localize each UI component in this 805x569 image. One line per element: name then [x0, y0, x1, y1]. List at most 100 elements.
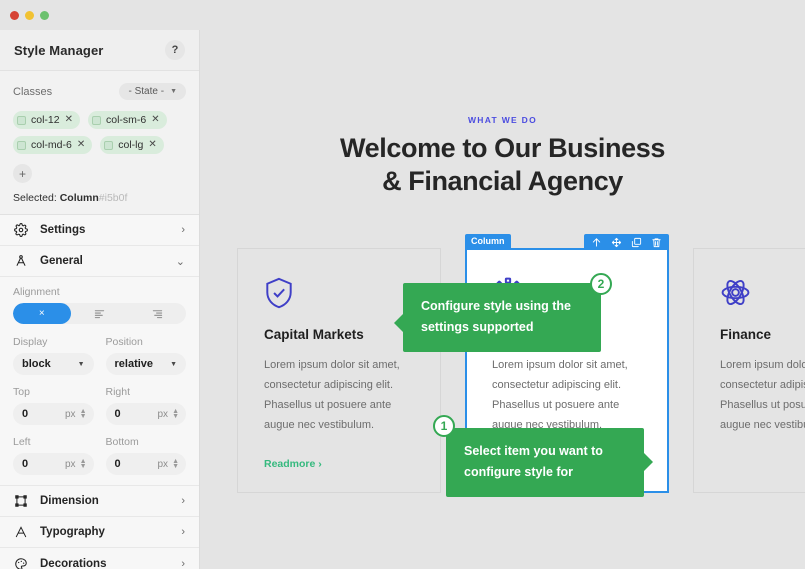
selection-badge[interactable]: Column — [465, 234, 511, 249]
left-bottom-row: Left 0 px ▲ ▼ Bottom 0 px ▲ ▼ — [13, 436, 186, 475]
atom-icon — [720, 277, 805, 311]
chevron-right-icon: › — [181, 495, 185, 507]
callout-select-item: Select item you want to configure style … — [433, 415, 653, 497]
align-left-icon[interactable] — [71, 303, 129, 324]
section-eyebrow: WHAT WE DO — [467, 115, 538, 125]
state-select-value: - State - — [128, 86, 165, 97]
readmore-link[interactable]: Readmore › — [264, 458, 322, 470]
window-close-button[interactable] — [10, 10, 19, 20]
position-value: relative — [114, 358, 154, 370]
callout-tail — [644, 453, 653, 471]
display-field: Display block ▼ — [13, 336, 94, 375]
top-stepper[interactable]: ▲ ▼ — [80, 408, 87, 420]
checkbox-icon[interactable] — [92, 115, 101, 125]
top-label: Top — [13, 386, 30, 398]
typography-icon — [14, 525, 28, 539]
card-text: Lorem ipsum dolor sit amet, consectetur … — [264, 359, 400, 431]
sidebar-item-settings[interactable]: Settings › — [0, 215, 199, 246]
trash-icon[interactable] — [651, 237, 662, 248]
chevron-right-icon: › — [181, 224, 185, 236]
left-stepper[interactable]: ▲ ▼ — [80, 458, 87, 470]
sidebar-item-decorations[interactable]: Decorations › — [0, 548, 199, 569]
right-input[interactable]: 0 px ▲ ▼ — [105, 403, 186, 425]
class-chip[interactable]: col-12 ✕ — [13, 111, 80, 129]
display-label: Display — [13, 336, 48, 348]
card-finance[interactable]: Finance Lorem ipsum dolor sit amet, cons… — [693, 248, 805, 493]
chevron-down-icon: ▼ — [170, 360, 177, 368]
sidebar-item-typography[interactable]: Typography › — [0, 517, 199, 548]
class-chip-label: col-sm-6 — [106, 114, 147, 126]
state-select[interactable]: - State - ▼ — [119, 83, 186, 100]
right-stepper[interactable]: ▲ ▼ — [172, 408, 179, 420]
left-input[interactable]: 0 px ▲ ▼ — [13, 453, 94, 475]
callout-tail — [394, 314, 403, 332]
selected-element-line: Selected: Column#i5b0f — [13, 192, 186, 204]
page-title: Style Manager — [14, 42, 104, 58]
left-field: Left 0 px ▲ ▼ — [13, 436, 94, 475]
style-manager-header: Style Manager ? — [0, 30, 199, 71]
sidebar-item-label: Dimension — [40, 495, 99, 507]
bottom-input[interactable]: 0 px ▲ ▼ — [105, 453, 186, 475]
checkbox-icon[interactable] — [17, 115, 26, 125]
position-select[interactable]: relative ▼ — [105, 353, 186, 375]
bottom-unit: px — [157, 458, 169, 470]
classes-header-row: Classes - State - ▼ — [13, 83, 186, 100]
display-select[interactable]: block ▼ — [13, 353, 94, 375]
callout-configure-style: Configure style using the settings suppo… — [394, 273, 612, 352]
close-icon[interactable]: ✕ — [77, 140, 85, 150]
position-field: Position relative ▼ — [105, 336, 186, 375]
class-chip[interactable]: col-lg ✕ — [100, 136, 164, 154]
sidebar-item-dimension[interactable]: Dimension › — [0, 486, 199, 517]
close-icon[interactable]: ✕ — [65, 115, 73, 125]
bottom-field: Bottom 0 px ▲ ▼ — [105, 436, 186, 475]
checkbox-icon[interactable] — [104, 140, 114, 150]
copy-icon[interactable] — [631, 237, 642, 248]
move-icon[interactable] — [611, 237, 622, 248]
class-chip-label: col-12 — [31, 114, 60, 126]
shield-icon — [264, 277, 414, 311]
chevron-down-icon: ▼ — [77, 360, 85, 368]
card-title: Finance — [720, 327, 772, 342]
top-input[interactable]: 0 px ▲ ▼ — [13, 403, 94, 425]
classes-panel: Classes - State - ▼ col-12 ✕ col-sm-6 ✕ — [0, 71, 199, 215]
class-chip[interactable]: col-sm-6 ✕ — [88, 111, 167, 129]
palette-icon — [14, 557, 28, 569]
headline-line-1: Welcome to Our Business — [340, 133, 665, 163]
page-canvas[interactable]: WHAT WE DO Welcome to Our Business & Fin… — [200, 30, 805, 569]
bottom-stepper[interactable]: ▲ ▼ — [172, 458, 179, 470]
chevron-right-icon: › — [181, 557, 185, 569]
callout-number-badge: 1 — [433, 415, 455, 437]
sidebar-item-general[interactable]: General ⌄ — [0, 246, 199, 277]
class-chip-list: col-12 ✕ col-sm-6 ✕ col-md-6 ✕ col-lg ✕ — [13, 111, 186, 154]
left-unit: px — [65, 458, 76, 470]
bottom-label: Bottom — [105, 436, 139, 448]
callout-text: Configure style using the settings suppo… — [421, 299, 572, 334]
align-right-icon[interactable] — [128, 303, 186, 324]
chevron-down-icon: ⌄ — [175, 255, 185, 268]
right-label: Right — [105, 386, 131, 398]
chevron-right-icon: › — [181, 526, 185, 538]
callout-number-badge: 2 — [590, 273, 612, 295]
class-chip-label: col-lg — [118, 139, 144, 151]
add-class-button[interactable]: + — [13, 164, 32, 183]
display-position-row: Display block ▼ Position relative ▼ — [13, 336, 186, 375]
class-chip[interactable]: col-md-6 ✕ — [13, 136, 93, 154]
checkbox-icon[interactable] — [17, 140, 26, 150]
classes-label: Classes — [13, 85, 53, 98]
right-unit: px — [157, 408, 169, 420]
display-value: block — [22, 358, 51, 370]
close-icon[interactable]: ✕ — [151, 115, 159, 125]
close-icon[interactable]: ✕ — [148, 140, 156, 150]
left-value: 0 — [22, 458, 29, 470]
bottom-value: 0 — [114, 458, 121, 470]
alignment-none-button[interactable]: × — [13, 303, 71, 324]
sidebar-item-label: Typography — [40, 526, 105, 538]
window-minimize-button[interactable] — [25, 10, 34, 20]
class-chip-label: col-md-6 — [31, 139, 72, 151]
alignment-label: Alignment — [13, 286, 60, 298]
help-icon[interactable]: ? — [165, 40, 185, 60]
arrow-up-icon[interactable] — [591, 237, 602, 248]
left-label: Left — [13, 436, 31, 448]
window-maximize-button[interactable] — [40, 10, 49, 20]
selected-element-name: Column — [59, 192, 99, 204]
